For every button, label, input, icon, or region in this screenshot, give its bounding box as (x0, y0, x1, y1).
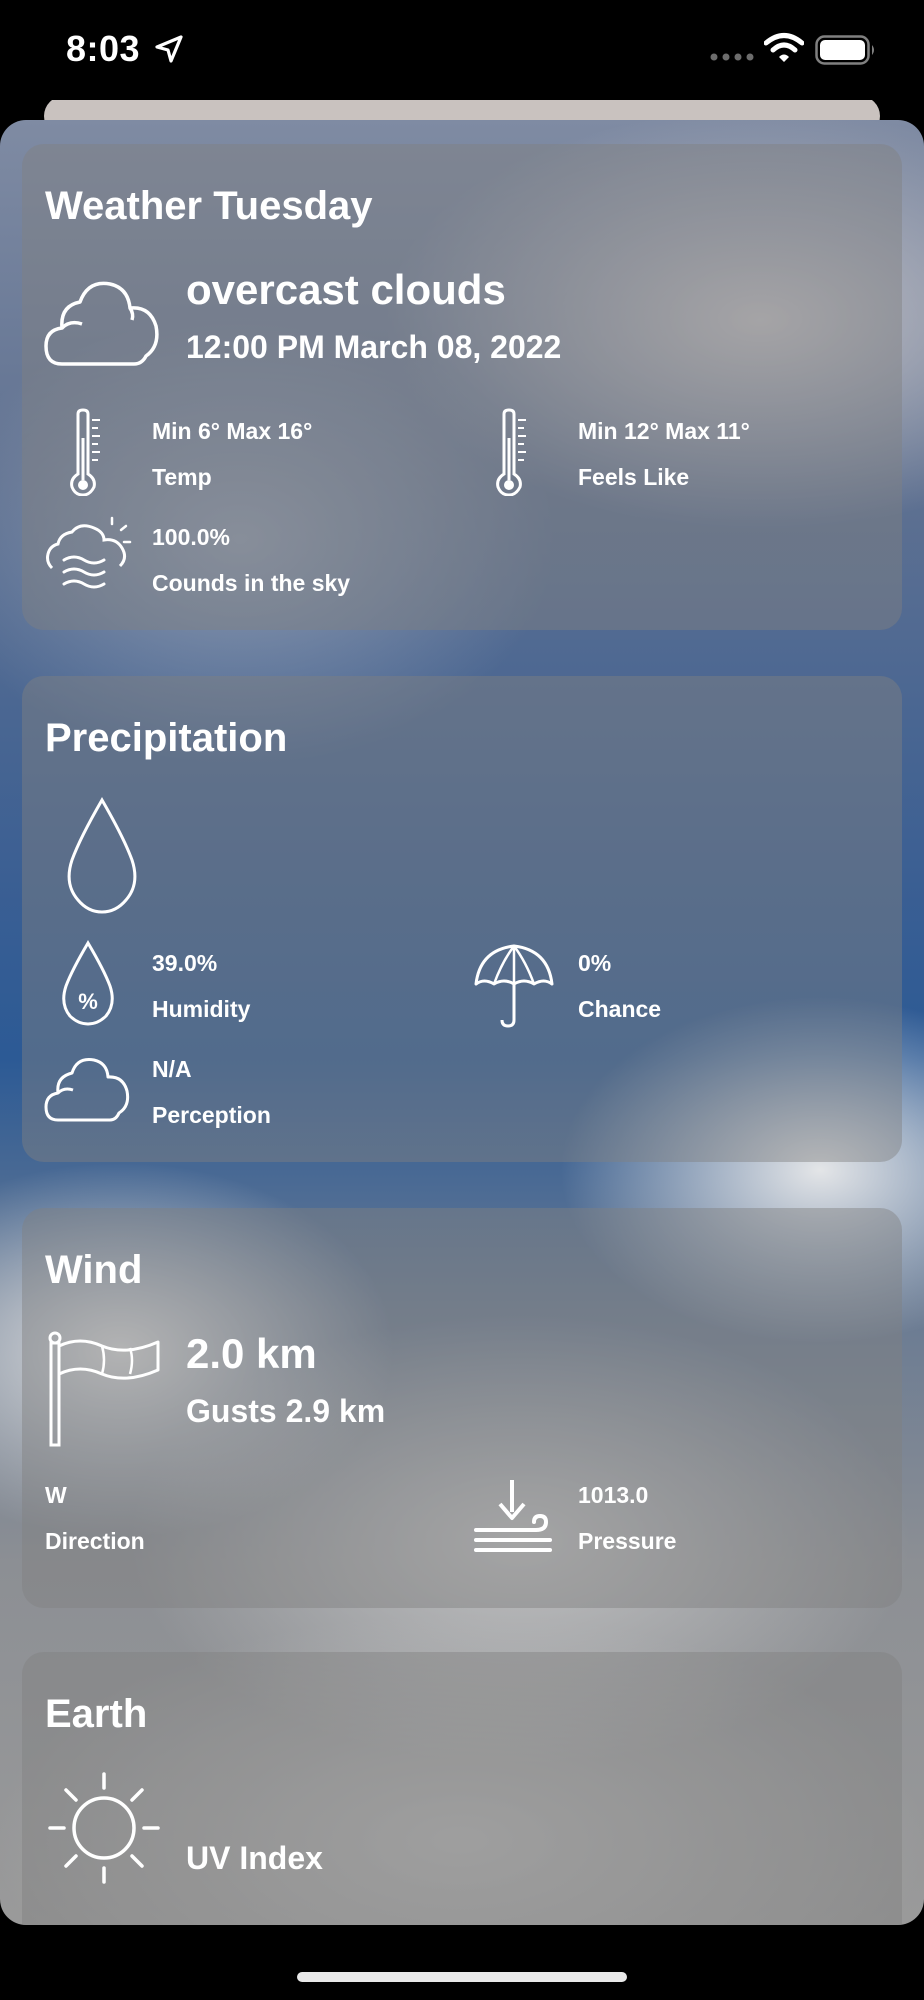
pressure-label: Pressure (578, 1528, 677, 1554)
clouds-value: 100.0% (152, 524, 231, 550)
perception-label: Perception (152, 1102, 271, 1128)
humidity-value: 39.0% (152, 950, 218, 976)
wind-card: Wind 2.0 km Gusts 2.9 km W Direction 101… (22, 1208, 902, 1608)
cloud-haze-icon (46, 516, 132, 589)
perception-value: N/A (152, 1056, 192, 1082)
umbrella-icon (474, 944, 554, 1028)
chance-label: Chance (578, 996, 662, 1022)
direction-label: Direction (45, 1528, 145, 1554)
wifi-icon (764, 33, 804, 62)
humidity-icon: % (62, 940, 114, 1026)
thermometer-icon (70, 408, 100, 496)
wind-flag-icon (48, 1331, 160, 1447)
thermometer-icon (496, 408, 526, 496)
status-bar: 8:03 (0, 0, 924, 100)
precipitation-card: Precipitation % 39.0% Humidity 0% Chance… (22, 676, 902, 1162)
weather-condition: overcast clouds (186, 266, 506, 313)
cloud-icon (44, 281, 159, 366)
weather-sheet[interactable]: Weather Tuesday overcast clouds 12:00 PM… (0, 120, 924, 1925)
wind-card-title: Wind (45, 1248, 143, 1292)
uv-index-label: UV Index (186, 1840, 323, 1876)
temp-label: Temp (152, 464, 212, 490)
pressure-icon (474, 1480, 552, 1552)
status-time: 8:03 (66, 28, 141, 69)
wind-speed: 2.0 km (186, 1330, 317, 1377)
precipitation-card-title: Precipitation (45, 716, 288, 760)
weather-card: Weather Tuesday overcast clouds 12:00 PM… (22, 144, 902, 630)
chance-value: 0% (578, 950, 612, 976)
temp-value: Min 6° Max 16° (152, 418, 313, 444)
direction-value: W (45, 1482, 67, 1508)
wind-gusts: Gusts 2.9 km (186, 1393, 386, 1429)
clouds-label: Counds in the sky (152, 570, 351, 596)
feels-like-label: Feels Like (578, 464, 690, 490)
location-arrow-icon (155, 35, 183, 63)
svg-text:%: % (78, 989, 98, 1014)
battery-icon (815, 35, 874, 65)
weather-card-title: Weather Tuesday (45, 184, 373, 228)
humidity-label: Humidity (152, 996, 251, 1022)
earth-card: Earth UV Index (22, 1652, 902, 1925)
pressure-value: 1013.0 (578, 1482, 649, 1508)
earth-card-title: Earth (45, 1692, 148, 1736)
water-drop-icon (67, 797, 137, 914)
home-bar-area (0, 1925, 924, 2000)
cloud-icon (44, 1058, 130, 1122)
sun-icon (48, 1772, 160, 1884)
cellular-signal-icon (710, 53, 754, 61)
weather-datetime: 12:00 PM March 08, 2022 (186, 329, 562, 365)
home-indicator[interactable] (297, 1972, 627, 1982)
feels-like-value: Min 12° Max 11° (578, 418, 750, 444)
